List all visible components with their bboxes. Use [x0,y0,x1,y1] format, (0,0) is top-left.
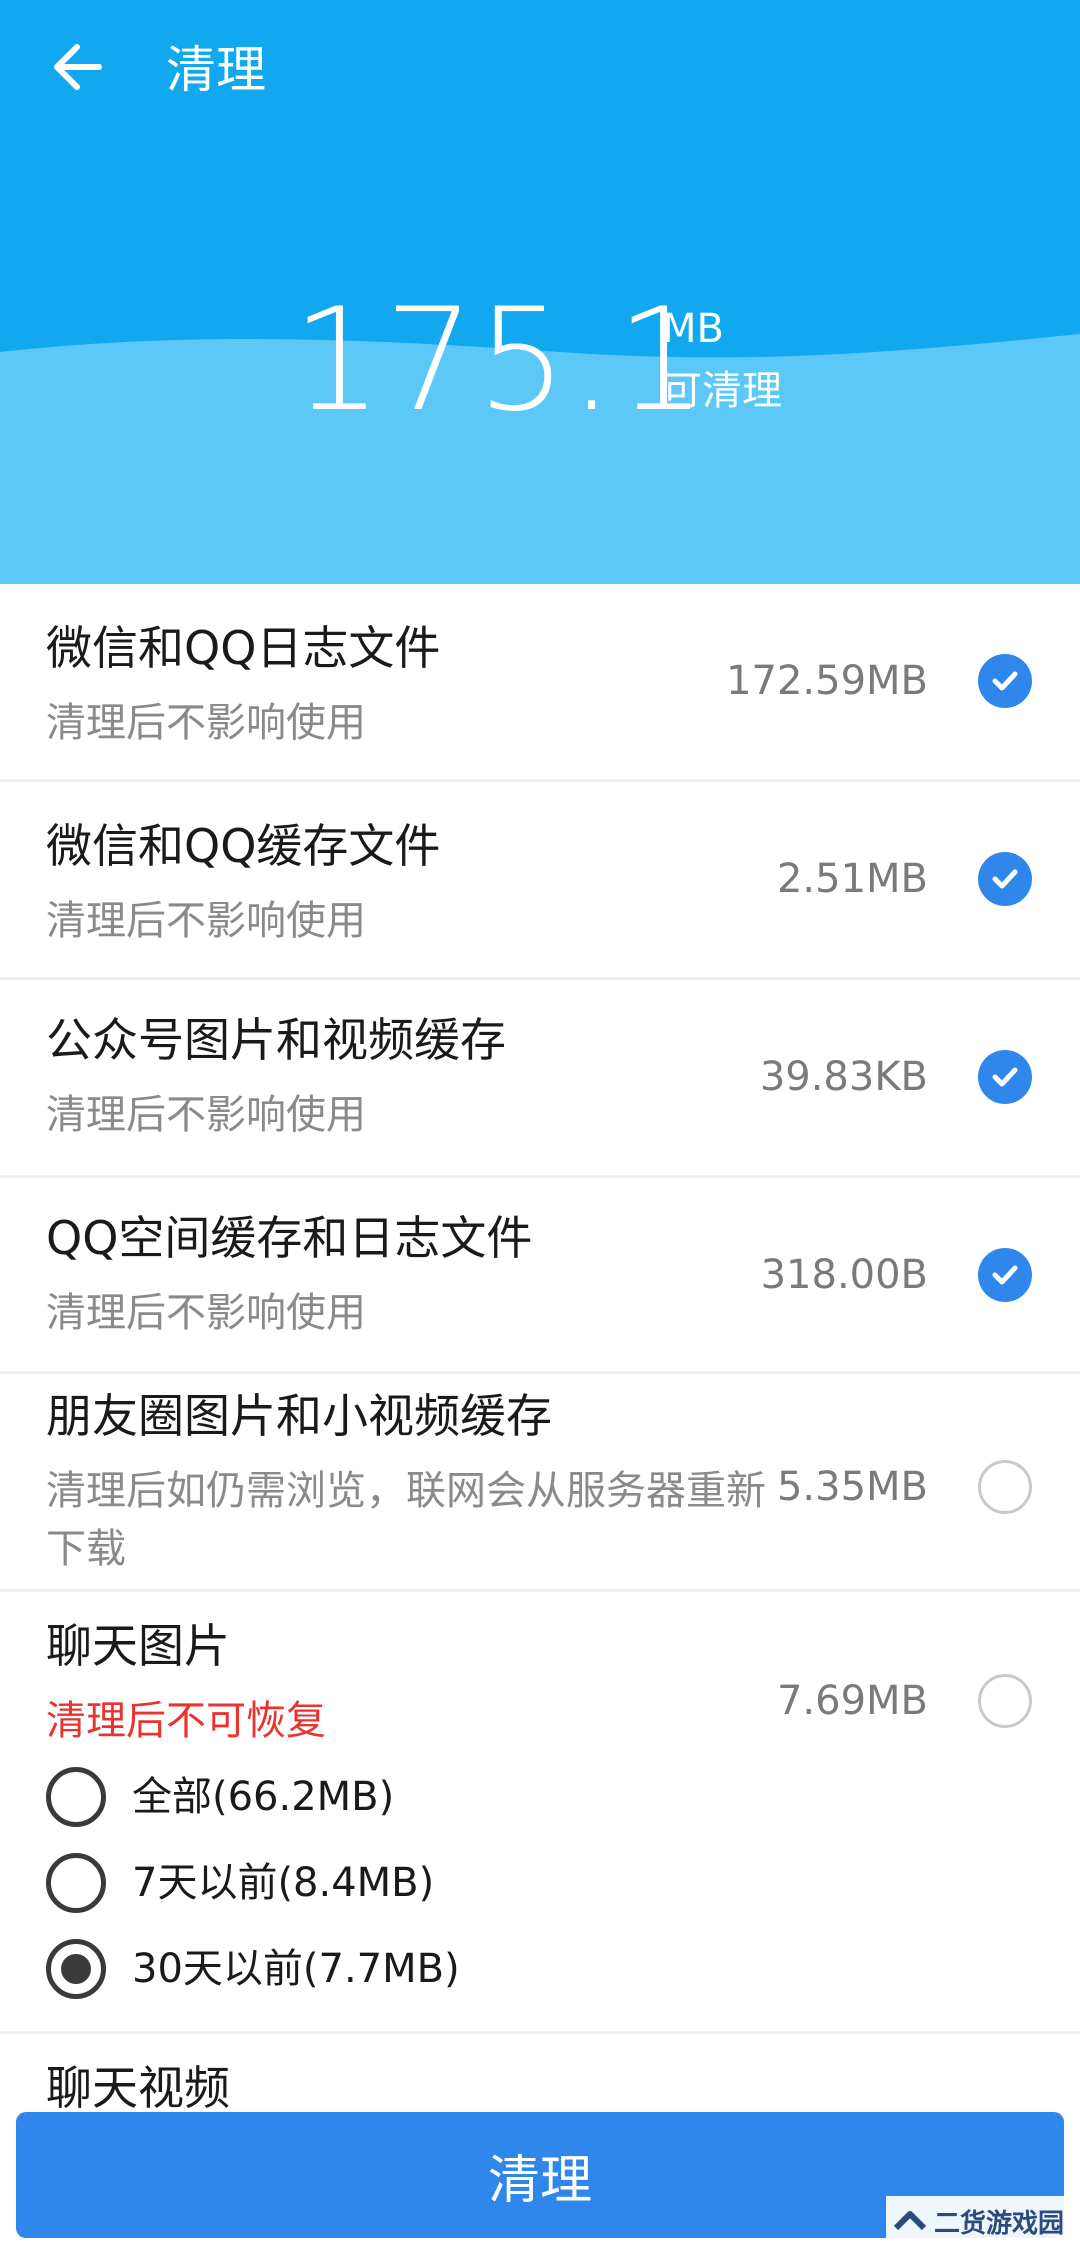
item-title: 微信和QQ缓存文件 [46,819,441,873]
radio-button[interactable] [46,1767,106,1827]
arrow-left-icon [54,44,102,90]
item-subtitle: 清理后如仍需浏览，联网会从服务器重新下载 [46,1468,766,1572]
item-title: 朋友圈图片和小视频缓存 [46,1389,552,1443]
list-item-wechat-qq-logs[interactable]: 微信和QQ日志文件 清理后不影响使用 172.59MB [0,584,1080,782]
checkbox[interactable] [978,1248,1032,1302]
header-banner: 清理 175.1 MB 可清理 [0,0,1080,584]
item-size: 2.51MB [776,856,928,902]
checkmark-icon [992,671,1018,691]
chevron-up-icon [893,2211,927,2231]
item-size: 172.59MB [726,658,928,704]
watermark: 二货游戏园 [886,2196,1080,2246]
item-title: 聊天图片 [46,1619,230,1673]
list-item-chat-images[interactable]: 聊天图片 清理后不可恢复 7.69MB 全部(66.2MB) 7天以前(8.4M… [0,1592,1080,2034]
radio-label: 7天以前(8.4MB) [132,1860,435,1906]
checkbox[interactable] [978,852,1032,906]
item-title: QQ空间缓存和日志文件 [46,1211,533,1265]
checkbox[interactable] [978,1460,1032,1514]
item-subtitle: 清理后不影响使用 [46,1092,366,1138]
radio-button[interactable] [46,1853,106,1913]
radio-button-selected[interactable] [46,1939,106,1999]
item-size: 5.35MB [776,1464,928,1510]
item-title: 微信和QQ日志文件 [46,621,441,675]
checkmark-icon [992,1265,1018,1285]
radio-option-30days[interactable]: 30天以前(7.7MB) [46,1934,460,2004]
checkbox[interactable] [978,1050,1032,1104]
list-item-official-account-cache[interactable]: 公众号图片和视频缓存 清理后不影响使用 39.83KB [0,980,1080,1178]
cleanable-caption: 可清理 [662,368,782,414]
cleanable-size-unit: MB [662,306,724,352]
item-size: 39.83KB [759,1054,928,1100]
item-title: 公众号图片和视频缓存 [46,1013,506,1067]
list-item-wechat-qq-cache[interactable]: 微信和QQ缓存文件 清理后不影响使用 2.51MB [0,782,1080,980]
cleanable-size-value: 175.1 [292,278,709,443]
item-warning: 清理后不可恢复 [46,1698,326,1744]
checkmark-icon [992,869,1018,889]
list-item-moments-cache[interactable]: 朋友圈图片和小视频缓存 清理后如仍需浏览，联网会从服务器重新下载 5.35MB [0,1374,1080,1592]
radio-option-all[interactable]: 全部(66.2MB) [46,1762,394,1832]
item-size: 318.00B [760,1252,928,1298]
radio-label: 30天以前(7.7MB) [132,1946,460,1992]
checkmark-icon [992,1067,1018,1087]
item-title: 聊天视频 [46,2061,230,2115]
checkbox[interactable] [978,1674,1032,1728]
radio-option-7days[interactable]: 7天以前(8.4MB) [46,1848,434,1918]
item-subtitle: 清理后不影响使用 [46,1290,366,1336]
item-subtitle: 清理后不影响使用 [46,898,366,944]
radio-label: 全部(66.2MB) [132,1774,395,1820]
radio-dot [61,1954,91,1984]
item-size: 7.69MB [776,1678,928,1724]
top-bar: 清理 [0,0,1080,140]
page-title: 清理 [166,41,266,99]
checkbox[interactable] [978,654,1032,708]
back-button[interactable] [44,34,110,100]
item-subtitle: 清理后不影响使用 [46,700,366,746]
list-item-qzone-cache[interactable]: QQ空间缓存和日志文件 清理后不影响使用 318.00B [0,1178,1080,1374]
watermark-text: 二货游戏园 [934,2208,1065,2239]
